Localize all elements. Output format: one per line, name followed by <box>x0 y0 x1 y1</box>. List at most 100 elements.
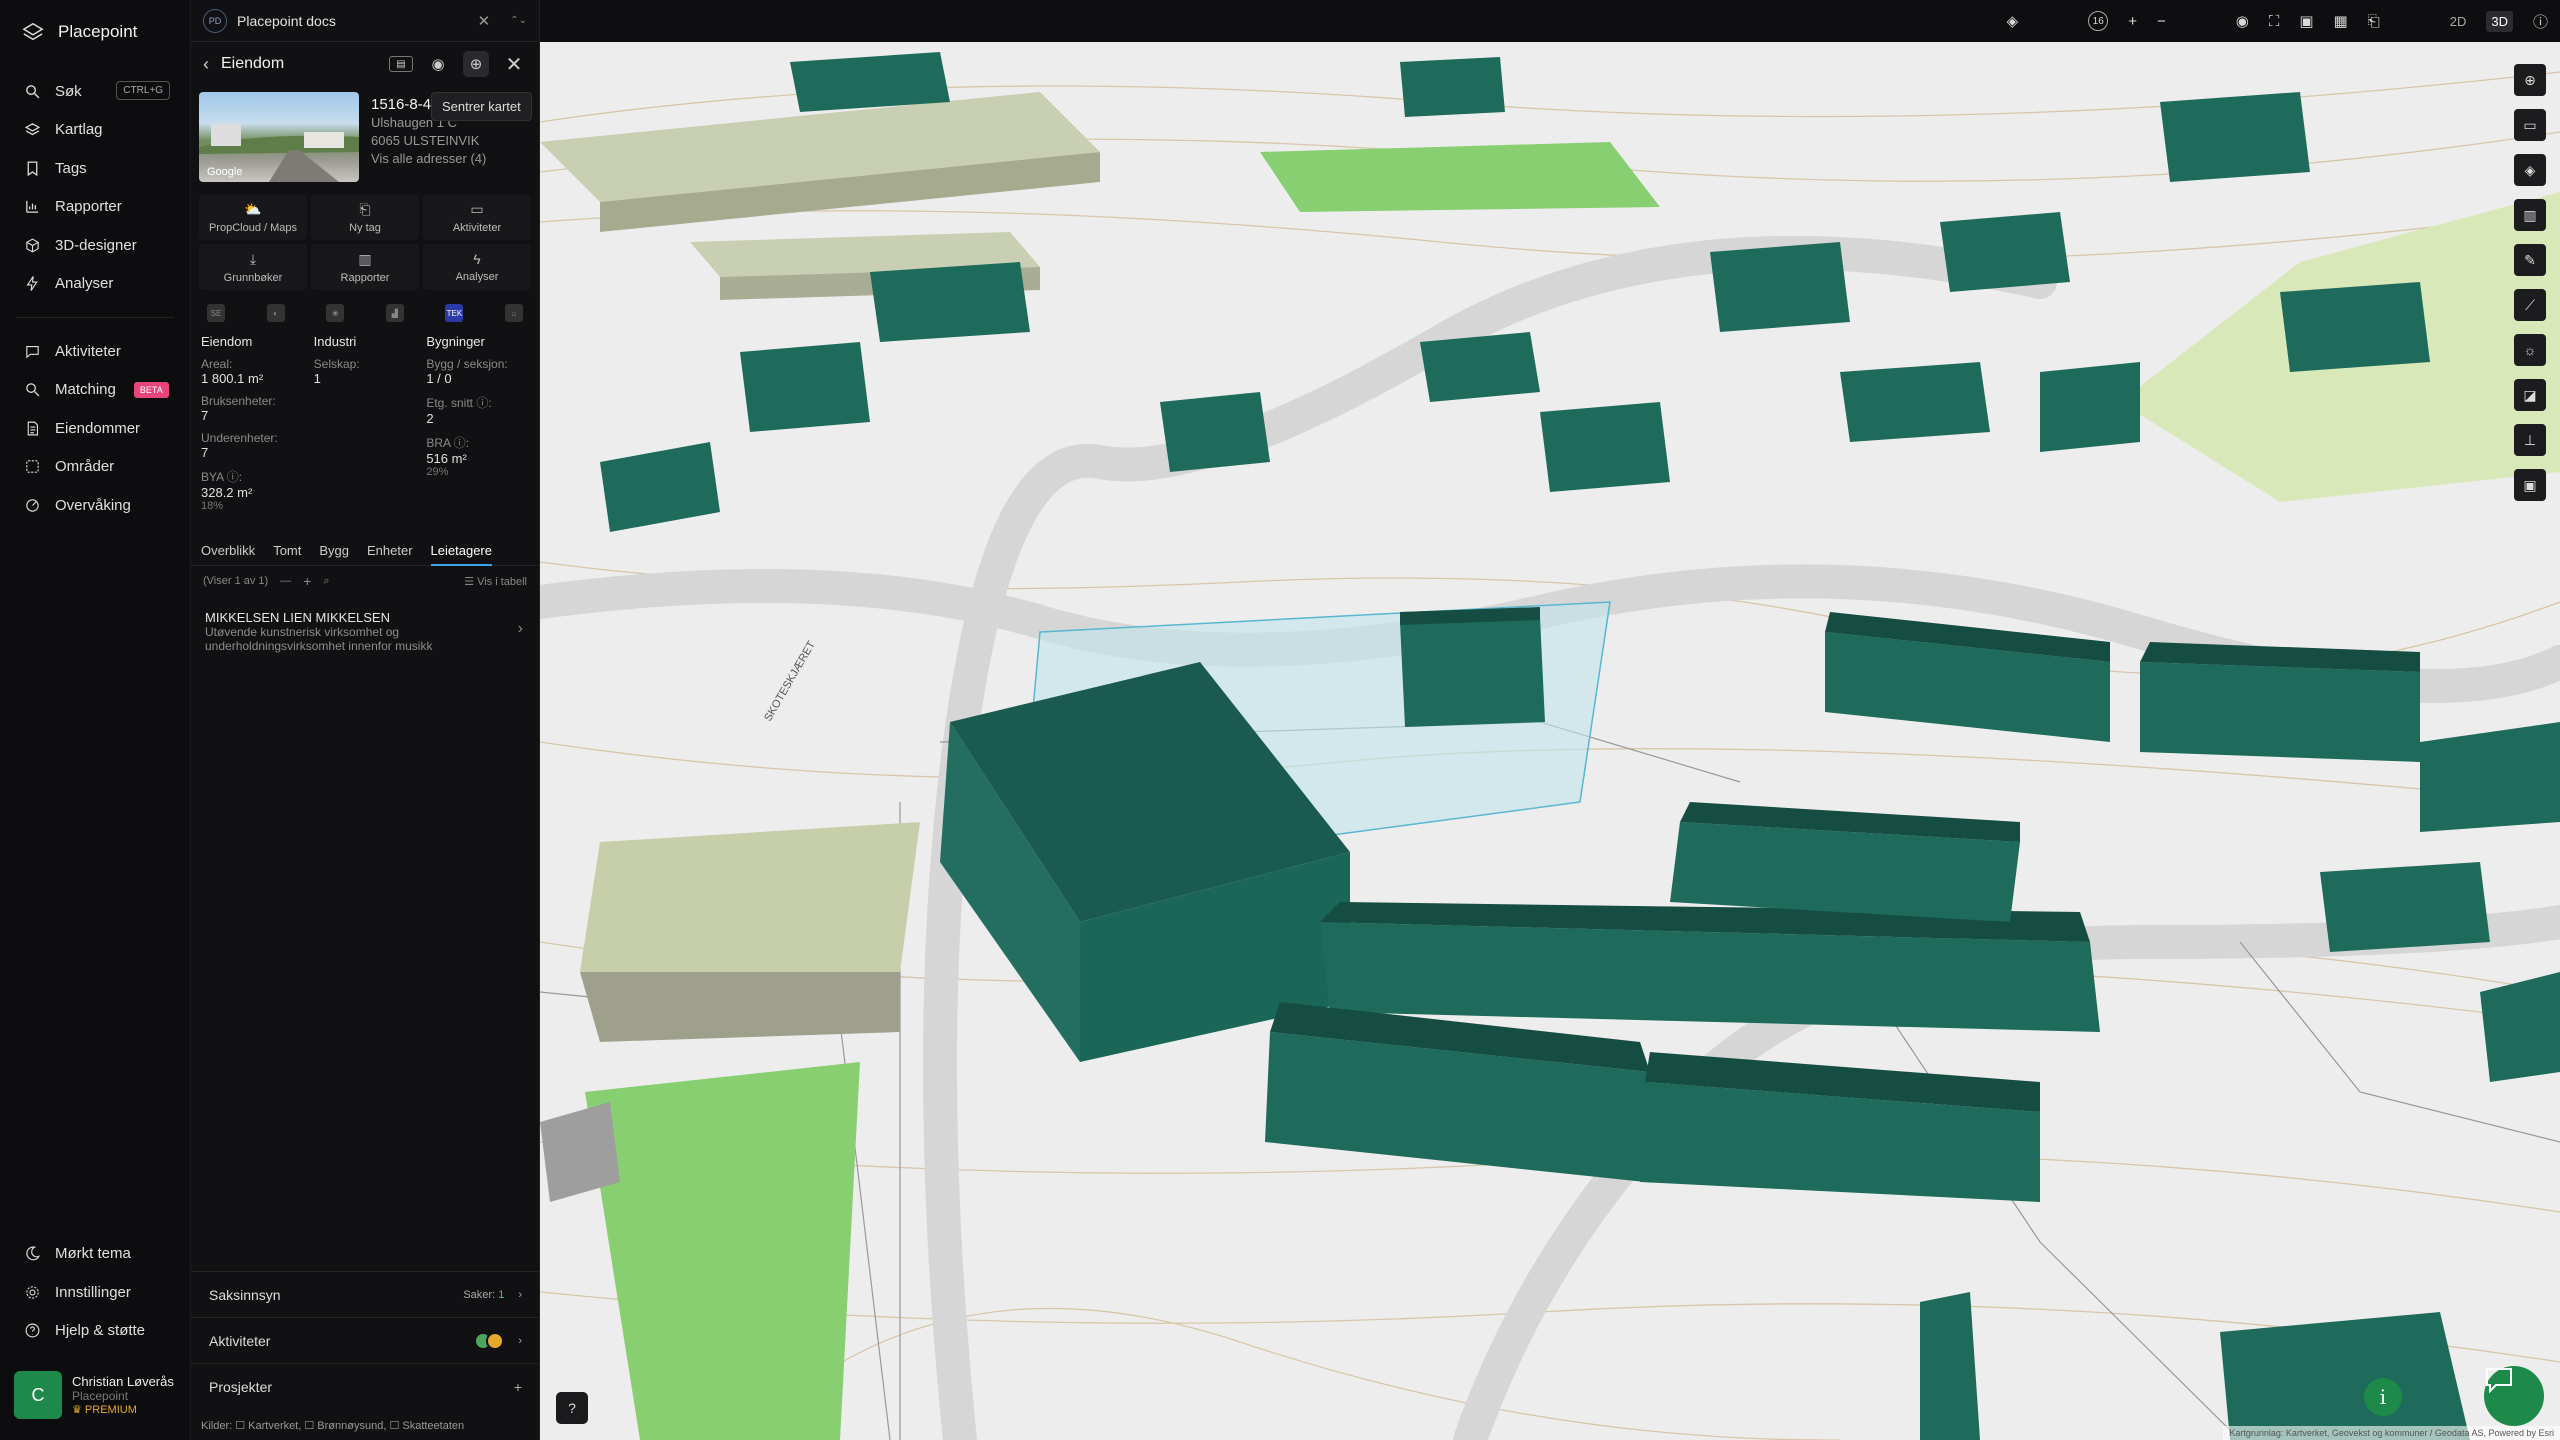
search-icon[interactable]: ⌕ <box>323 575 329 588</box>
mode-3d-button[interactable]: 3D <box>2486 10 2513 32</box>
building[interactable] <box>1710 242 1850 332</box>
plus-icon[interactable]: + <box>303 573 311 589</box>
building[interactable] <box>1540 402 1670 492</box>
nav-item-reports[interactable]: Rapporter <box>0 188 190 227</box>
chat-support-button[interactable] <box>2484 1366 2544 1426</box>
nav-item-dark-theme[interactable]: Mørkt tema <box>0 1235 190 1274</box>
source-flower-icon[interactable]: ❀ <box>326 304 345 322</box>
table-view-link[interactable]: ☰ Vis i tabell <box>464 575 527 588</box>
center-map-icon[interactable]: ⊕ <box>463 51 489 77</box>
map-info-button[interactable]: i <box>2364 1378 2402 1416</box>
source-house-icon[interactable]: ⌂ <box>504 304 523 322</box>
propcloud-button[interactable]: ⛅ PropCloud / Maps <box>199 194 307 240</box>
building[interactable] <box>1940 212 2070 292</box>
nav-item-activities[interactable]: Aktiviteter <box>0 332 190 371</box>
info-icon[interactable]: ⓘ <box>2533 11 2548 32</box>
layers-stack-icon[interactable]: ◈ <box>2007 12 2019 30</box>
slope-tool-icon[interactable]: ⟋ <box>2514 289 2546 321</box>
nav-item-tags[interactable]: Tags <box>0 149 190 188</box>
zoom-level[interactable]: 16 <box>2088 11 2109 31</box>
source-tek-icon[interactable]: TEK <box>445 304 464 322</box>
source-bars-icon[interactable]: ▟ <box>385 304 404 322</box>
building[interactable] <box>2320 862 2490 952</box>
building[interactable] <box>2280 282 2430 372</box>
workspace-title[interactable]: Placepoint docs <box>237 13 468 29</box>
source-se-icon[interactable]: SE <box>207 304 225 322</box>
building[interactable] <box>2160 92 2310 182</box>
building[interactable] <box>1160 392 1270 472</box>
building[interactable] <box>1400 607 1545 727</box>
building[interactable] <box>1920 1292 1980 1440</box>
list-item[interactable]: MIKKELSEN LIEN MIKKELSEN Utøvende kunstn… <box>191 596 539 667</box>
eye-icon[interactable]: ◉ <box>425 51 451 77</box>
nav-item-analyses[interactable]: Analyser <box>0 265 190 304</box>
plus-icon[interactable]: + <box>514 1379 522 1395</box>
nav-item-monitoring[interactable]: Overvåking <box>0 486 190 525</box>
map-help-button[interactable]: ? <box>556 1392 588 1424</box>
land-register-button[interactable]: ⤓ Grunnbøker <box>199 244 307 290</box>
image-tool-icon[interactable]: ▣ <box>2514 469 2546 501</box>
section-case-insight[interactable]: Saksinnsyn Saker: 1 › <box>191 1271 540 1317</box>
camera-icon[interactable]: ▣ <box>2299 12 2313 30</box>
bookmark-icon[interactable]: ⎗ <box>2368 13 2380 30</box>
sun-tool-icon[interactable]: ☼ <box>2514 334 2546 366</box>
nav-item-settings[interactable]: Innstillinger <box>0 1273 190 1312</box>
chevron-updown-icon[interactable]: ⌃⌄ <box>510 15 527 26</box>
nav-item-layers[interactable]: Kartlag <box>0 111 190 150</box>
building[interactable] <box>790 52 950 112</box>
section-projects[interactable]: Prosjekter + <box>191 1363 540 1409</box>
reports-button[interactable]: ▥ Rapporter <box>311 244 419 290</box>
building[interactable] <box>870 262 1030 342</box>
tab-plot[interactable]: Tomt <box>273 536 301 566</box>
tab-tenants[interactable]: Leietagere <box>430 536 492 566</box>
nav-item-search[interactable]: Søk CTRL+G <box>0 72 190 111</box>
building[interactable] <box>2140 642 2420 762</box>
building[interactable] <box>1320 902 2100 1032</box>
mode-2d-button[interactable]: 2D <box>2450 14 2467 29</box>
analyses-button[interactable]: ϟ Analyser <box>423 244 531 290</box>
tab-units[interactable]: Enheter <box>367 536 413 566</box>
nav-item-areas[interactable]: Områder <box>0 448 190 487</box>
activities-button[interactable]: ▭ Aktiviteter <box>423 194 531 240</box>
zoom-out-icon[interactable]: − <box>2157 13 2166 30</box>
shadow-tool-icon[interactable]: ◪ <box>2514 379 2546 411</box>
zoom-in-icon[interactable]: + <box>2128 13 2137 30</box>
layers-tool-icon[interactable]: ◈ <box>2514 154 2546 186</box>
source-ring-icon[interactable]: ◐ <box>266 304 285 322</box>
tab-buildings[interactable]: Bygg <box>319 536 349 566</box>
nav-item-matching[interactable]: Matching BETA <box>0 371 190 410</box>
grid-icon[interactable]: ▦ <box>2334 12 2348 30</box>
building[interactable] <box>2220 1312 2470 1440</box>
map-3d-view[interactable]: SKOTESKJÆRET ⊕ ▭ ◈ ▥ ✎ ⟋ ☼ ◪ ⊥ ▣ ? i Kar… <box>540 42 2560 1440</box>
elevation-tool-icon[interactable]: ⊥ <box>2514 424 2546 456</box>
new-tag-button[interactable]: ⎗ Ny tag <box>311 194 419 240</box>
section-activities[interactable]: Aktiviteter › <box>191 1317 540 1363</box>
fullscreen-icon[interactable]: ⛶ <box>2269 13 2280 30</box>
building[interactable] <box>1420 332 1540 402</box>
globe-tool-icon[interactable]: ⊕ <box>2514 64 2546 96</box>
tab-overview[interactable]: Overblikk <box>201 536 255 566</box>
user-profile[interactable]: C Christian Løverås Placepoint ♛ PREMIUM <box>14 1364 178 1426</box>
close-icon[interactable]: ✕ <box>478 12 491 30</box>
building[interactable] <box>2040 362 2140 452</box>
nav-item-3d-designer[interactable]: 3D-designer <box>0 226 190 265</box>
building[interactable] <box>1840 362 1990 442</box>
id-card-icon[interactable]: ▤ <box>389 56 413 72</box>
all-addresses-link[interactable]: Vis alle adresser (4) <box>371 150 531 168</box>
building[interactable] <box>740 342 870 432</box>
chart-tool-icon[interactable]: ▥ <box>2514 199 2546 231</box>
brand[interactable]: Placepoint <box>0 0 190 64</box>
building-light[interactable] <box>580 822 920 1042</box>
minus-icon[interactable]: — <box>280 575 291 587</box>
ruler-tool-icon[interactable]: ▭ <box>2514 109 2546 141</box>
building[interactable] <box>1670 802 2020 922</box>
stat-key: Etg. snitt ⓘ: <box>426 396 492 410</box>
back-icon[interactable]: ‹ <box>203 54 209 75</box>
close-panel-icon[interactable]: ✕ <box>501 51 527 77</box>
nav-item-properties[interactable]: Eiendommer <box>0 409 190 448</box>
building[interactable] <box>1400 57 1505 117</box>
street-view-photo[interactable]: Google <box>199 92 359 182</box>
nav-item-help[interactable]: Hjelp & støtte <box>0 1312 190 1351</box>
eye-icon[interactable]: ◉ <box>2236 12 2249 30</box>
draw-tool-icon[interactable]: ✎ <box>2514 244 2546 276</box>
